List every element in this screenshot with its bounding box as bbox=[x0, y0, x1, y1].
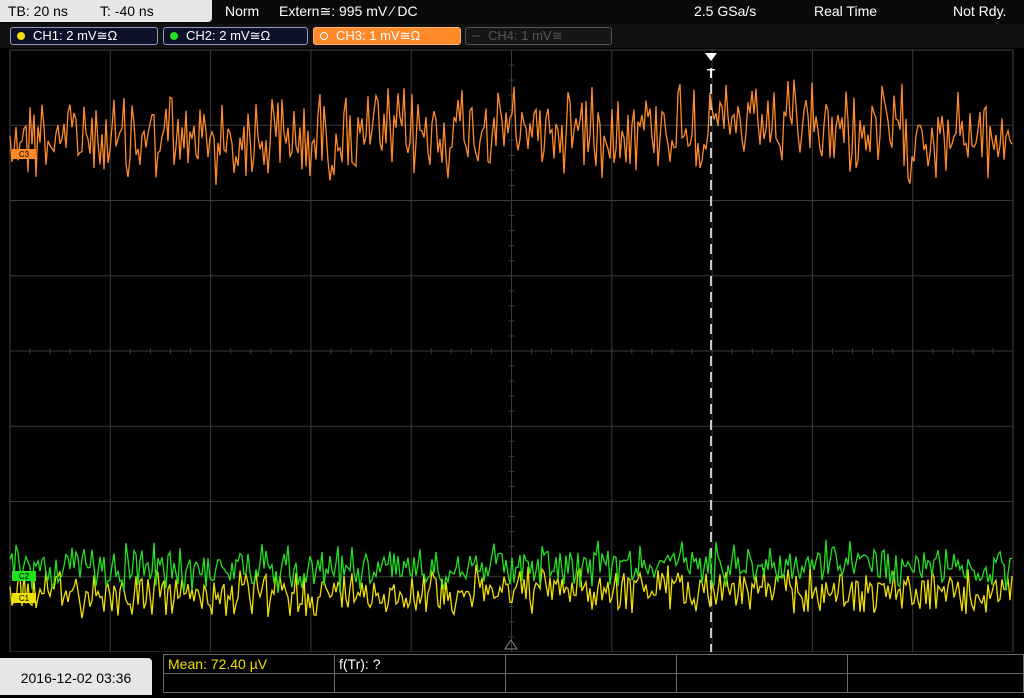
channel-2-offset-marker[interactable]: C2 bbox=[12, 571, 36, 581]
channel-4-label: CH4: 1 mV≅ bbox=[488, 28, 563, 43]
measurement-slot-5[interactable] bbox=[847, 654, 1024, 674]
channel-1-label: CH1: 2 mV≅Ω bbox=[33, 28, 118, 43]
channel-4-button[interactable]: CH4: 1 mV≅ bbox=[465, 27, 612, 45]
channel-4-dot-icon bbox=[472, 35, 480, 37]
bottom-bar: 2016-12-02 03:36 Mean: 72.40 µV f(Tr): ? bbox=[0, 652, 1024, 695]
channel-2-marker-label: C2 bbox=[19, 572, 30, 581]
measurement-slot-4[interactable] bbox=[676, 654, 848, 674]
trigger-offset-label: T: -40 ns bbox=[100, 3, 154, 19]
channel-2-button[interactable]: CH2: 2 mV≅Ω bbox=[163, 27, 308, 45]
measurement-panel: Mean: 72.40 µV f(Tr): ? bbox=[163, 654, 1024, 695]
trigger-mode[interactable]: Norm bbox=[225, 0, 259, 22]
channel-1-dot-icon bbox=[17, 32, 25, 40]
channel-3-label: CH3: 1 mV≅Ω bbox=[336, 28, 421, 43]
mean-measurement[interactable]: Mean: 72.40 µV bbox=[163, 654, 335, 674]
channel-3-dot-icon bbox=[320, 32, 328, 40]
channel-2-dot-icon bbox=[170, 32, 178, 40]
channel-2-label: CH2: 2 mV≅Ω bbox=[186, 28, 271, 43]
trigger-source[interactable]: Extern≅: 995 mV ⁄ DC bbox=[279, 0, 418, 22]
date-time[interactable]: 2016-12-02 03:36 bbox=[0, 658, 152, 695]
channel-3-marker-label: C3 bbox=[19, 150, 30, 159]
status-bar: TB: 20 ns T: -40 ns Norm Extern≅: 995 mV… bbox=[0, 0, 1024, 24]
measurement-slot-3[interactable] bbox=[505, 654, 677, 674]
acquisition-state: Not Rdy. bbox=[953, 3, 1007, 19]
measurement-slot-8[interactable] bbox=[505, 673, 677, 693]
channel-3-button[interactable]: CH3: 1 mV≅Ω bbox=[313, 27, 461, 45]
channel-1-button[interactable]: CH1: 2 mV≅Ω bbox=[10, 27, 158, 45]
channel-bar: CH1: 2 mV≅Ω CH2: 2 mV≅Ω CH3: 1 mV≅Ω CH4:… bbox=[0, 24, 1024, 48]
measurement-slot-10[interactable] bbox=[847, 673, 1024, 693]
waveform-display[interactable]: T C3 C2 C1 bbox=[0, 48, 1024, 652]
measurement-slot-7[interactable] bbox=[334, 673, 506, 693]
trigger-marker-label: T bbox=[707, 66, 715, 81]
channel-1-offset-marker[interactable]: C1 bbox=[12, 593, 36, 603]
timebase-box[interactable]: TB: 20 ns T: -40 ns bbox=[0, 0, 212, 22]
sample-rate: 2.5 GSa/s bbox=[694, 3, 757, 19]
channel-1-marker-label: C1 bbox=[19, 594, 30, 603]
acquisition-mode: Real Time bbox=[814, 3, 878, 19]
measurement-slot-6[interactable] bbox=[163, 673, 335, 693]
timebase-label: TB: 20 ns bbox=[8, 3, 68, 19]
measurement-slot-9[interactable] bbox=[676, 673, 848, 693]
channel-3-offset-marker[interactable]: C3 bbox=[12, 149, 36, 159]
ftr-measurement[interactable]: f(Tr): ? bbox=[334, 654, 506, 674]
